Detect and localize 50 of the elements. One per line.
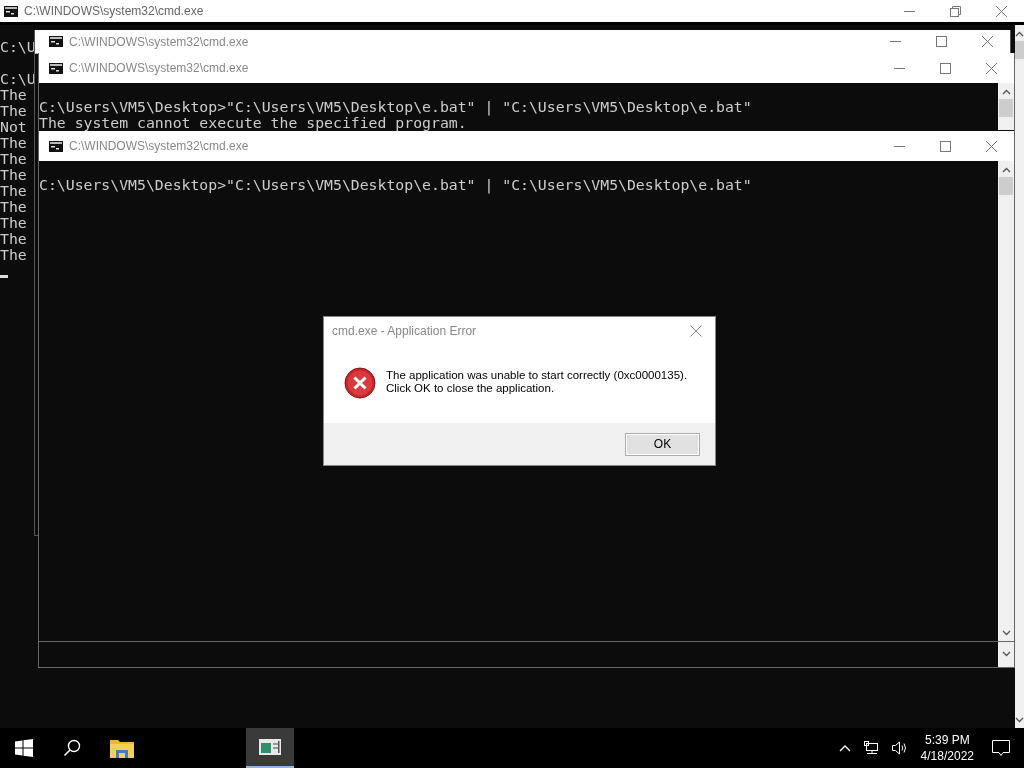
clock-date[interactable]: 4/18/2022 — [920, 748, 974, 764]
console-icon — [259, 739, 281, 755]
console-icon — [4, 5, 18, 17]
close-icon — [981, 36, 993, 47]
windows-logo-icon — [15, 739, 33, 757]
console-line: The — [0, 167, 27, 183]
console-line: The — [0, 183, 27, 199]
close-icon — [985, 140, 997, 152]
console-icon — [49, 36, 63, 47]
notification-icon[interactable] — [992, 739, 1010, 757]
close-icon — [985, 62, 997, 74]
console-line: The — [0, 247, 27, 263]
console-line: C:\Users\VM5\Desktop>"C:\Users\VM5\Desktop\e.bat" | "C:\Users\VM5\Desktop\e.bat" — [39, 99, 752, 115]
console-line: The — [0, 103, 27, 119]
scroll-down-button[interactable] — [998, 641, 1014, 667]
scrollbar-thumb[interactable] — [999, 177, 1013, 195]
console-icon — [49, 62, 63, 74]
console-line: The — [0, 199, 27, 215]
cmd-taskbar-button[interactable] — [246, 728, 294, 768]
folder-icon — [110, 738, 134, 758]
clock-time[interactable]: 5:39 PM — [924, 732, 970, 748]
console-line: The system cannot execute the specified program. — [39, 115, 467, 131]
console-line: C:\Users\VM5\Desktop>"C:\Users\VM5\Desktop\e.bat" | "C:\Users\VM5\Desktop\e.bat" — [39, 177, 752, 193]
error-message: The application was unable to start correctly (0xc0000135). Click OK to close the application. — [386, 369, 689, 395]
console-line: The — [0, 135, 27, 151]
scroll-down-button[interactable] — [998, 624, 1014, 641]
dialog-title: cmd.exe - Application Error — [332, 324, 478, 338]
ok-button[interactable]: OK — [625, 432, 700, 456]
console-line: The — [0, 231, 27, 247]
speaker-icon[interactable] — [890, 740, 909, 756]
console-line: The — [0, 215, 27, 231]
network-icon[interactable] — [862, 740, 879, 756]
search-icon — [63, 739, 81, 757]
window-title: C:\WINDOWS\system32\cmd.exe — [69, 61, 250, 75]
scroll-down-button[interactable] — [1015, 711, 1024, 728]
window-title: C:\WINDOWS\system32\cmd.exe — [69, 34, 250, 49]
scrollbar[interactable] — [1015, 25, 1024, 711]
window-title: C:\WINDOWS\system32\cmd.exe — [69, 139, 250, 153]
chevron-up-icon[interactable] — [838, 744, 851, 752]
scrollbar[interactable] — [998, 83, 1014, 130]
console-icon — [49, 140, 63, 152]
console-line: The — [0, 87, 27, 103]
close-icon — [690, 325, 702, 337]
close-icon — [995, 5, 1007, 17]
console-line: Not — [0, 119, 27, 135]
window-title: C:\WINDOWS\system32\cmd.exe — [24, 4, 205, 18]
error-icon — [344, 367, 376, 399]
console-line: The — [0, 151, 27, 167]
scrollbar[interactable] — [998, 161, 1014, 624]
scrollbar-thumb[interactable] — [999, 99, 1013, 117]
